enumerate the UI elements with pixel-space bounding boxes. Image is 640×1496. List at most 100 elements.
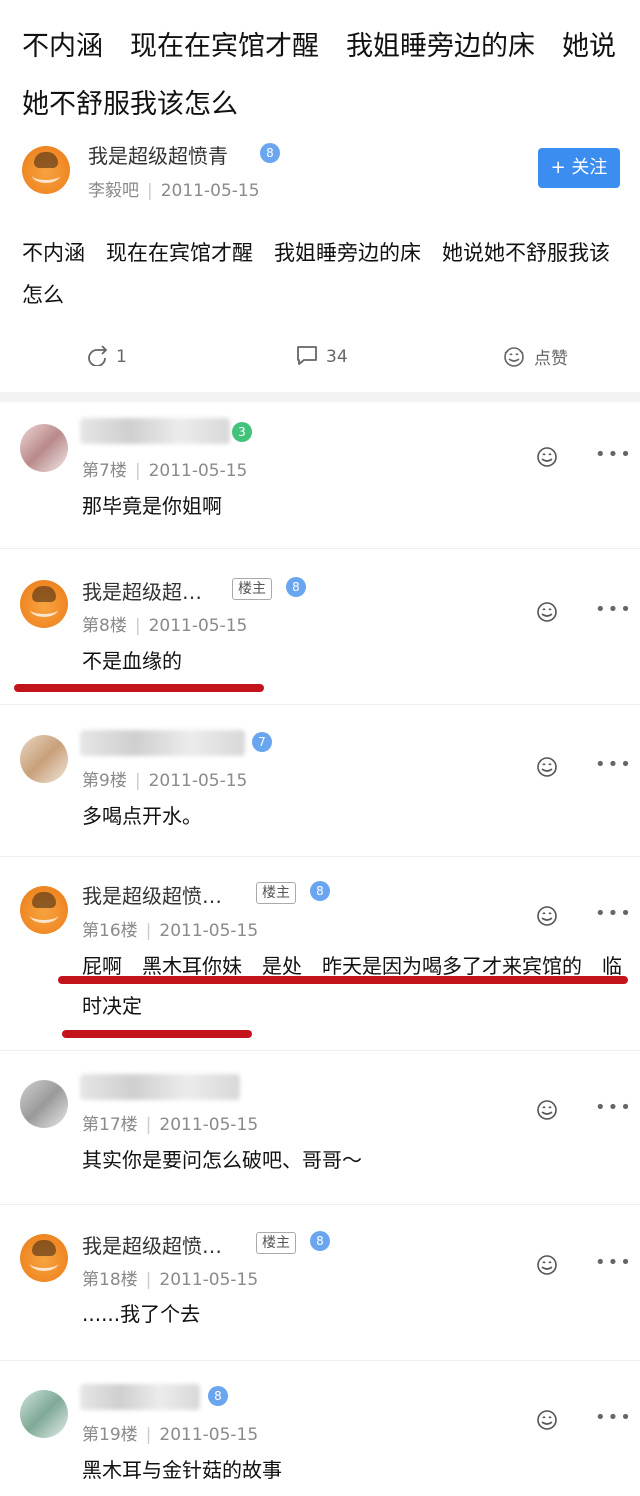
commenter-avatar[interactable] [20,424,68,472]
more-options-icon[interactable]: ••• [595,754,633,775]
comment-meta: 第8楼 | 2011-05-15 [82,611,247,636]
comment-divider [0,1204,640,1205]
op-tag: 楼主 [232,578,272,600]
more-options-icon[interactable]: ••• [595,903,633,924]
comment-text: 其实你是要问怎么破吧、哥哥～ [82,1148,362,1172]
op-tag: 楼主 [256,882,296,904]
commenter-avatar[interactable] [20,1390,68,1438]
section-divider [0,392,640,402]
like-icon[interactable] [535,1098,559,1122]
post-title: 不内涵 现在在宾馆才醒 我姐睡旁边的床 她说她不舒服我该怎么 [22,31,616,120]
commenter-avatar[interactable] [20,735,68,783]
level-badge: 8 [286,577,306,597]
post-body: 不内涵 现在在宾馆才醒 我姐睡旁边的床 她说她不舒服我该怎么 [22,241,610,307]
comment-divider [0,856,640,857]
commenter-avatar[interactable] [20,1234,68,1282]
meta-separator: | [145,921,152,941]
comment-divider [0,1050,640,1051]
floor-number: 第16楼 [82,921,138,941]
more-options-icon[interactable]: ••• [595,1097,633,1118]
comment-text: 多喝点开水。 [82,804,202,828]
more-options-icon[interactable]: ••• [595,599,633,620]
red-underline [58,976,628,984]
op-tag: 楼主 [256,1232,296,1254]
comment-divider [0,704,640,705]
more-options-icon[interactable]: ••• [595,1407,633,1428]
author-avatar[interactable] [22,146,70,194]
comment-text: ......我了个去 [82,1302,201,1326]
like-label: 点赞 [534,349,568,369]
commenter-name-blurred[interactable] [80,1384,200,1410]
comment-text: 黑木耳与金针菇的故事 [82,1458,282,1482]
floor-number: 第8楼 [82,616,127,636]
red-underline [14,684,264,692]
level-badge: 7 [252,732,272,752]
red-underline [62,1030,252,1038]
comment-date: 2011-05-15 [148,771,248,791]
comment-icon [297,346,317,365]
comment-meta: 第19楼 | 2011-05-15 [82,1420,258,1445]
comment-meta: 第9楼 | 2011-05-15 [82,766,247,791]
commenter-name[interactable]: 我是超级超愤… [82,880,222,909]
like-icon [504,347,524,367]
comment-meta: 第17楼 | 2011-05-15 [82,1110,258,1135]
comment-divider [0,548,640,549]
floor-number: 第17楼 [82,1115,138,1135]
like-icon[interactable] [535,1253,559,1277]
commenter-name[interactable]: 我是超级超愤… [82,1230,222,1259]
like-action[interactable]: 点赞 [502,344,568,369]
share-action[interactable]: 1 [86,344,127,367]
comment-text: 屁啊 黑木耳你妹 是处 昨天是因为喝多了才来宾馆的 临时决定 [82,954,622,1018]
comment-date: 2011-05-15 [159,1425,259,1445]
commenter-name-blurred[interactable] [80,1074,240,1100]
like-icon[interactable] [535,445,559,469]
comment-action[interactable]: 34 [296,344,348,367]
more-options-icon[interactable]: ••• [595,1252,633,1273]
comment-date: 2011-05-15 [148,616,248,636]
commenter-avatar[interactable] [20,1080,68,1128]
commenter-name[interactable]: 我是超级超… [82,576,202,605]
comment-meta: 第16楼 | 2011-05-15 [82,916,258,941]
meta-separator: | [145,1270,152,1290]
comment-date: 2011-05-15 [159,1270,259,1290]
floor-number: 第7楼 [82,461,127,481]
more-options-icon[interactable]: ••• [595,444,633,465]
like-icon[interactable] [535,600,559,624]
commenter-avatar[interactable] [20,580,68,628]
meta-separator: | [134,461,141,481]
follow-button[interactable]: + 关注 [538,148,620,188]
meta-separator: | [145,1115,152,1135]
comment-date: 2011-05-15 [159,921,259,941]
comment-divider [0,1360,640,1361]
comment-date: 2011-05-15 [148,461,248,481]
post-date: 2011-05-15 [160,181,260,201]
forum-name[interactable]: 李毅吧 [88,181,139,201]
comment-meta: 第7楼 | 2011-05-15 [82,456,247,481]
meta-separator: | [147,181,153,201]
comment-text: 那毕竟是你姐啊 [82,494,222,518]
level-badge: 8 [208,1386,228,1406]
meta-separator: | [145,1425,152,1445]
floor-number: 第18楼 [82,1270,138,1290]
commenter-name-blurred[interactable] [80,730,245,756]
level-badge: 8 [310,1231,330,1251]
commenter-avatar[interactable] [20,886,68,934]
share-count: 1 [116,347,127,367]
share-icon [88,345,108,367]
comment-text: 不是血缘的 [82,649,182,673]
author-name[interactable]: 我是超级超愤青 [88,140,228,169]
level-badge: 8 [310,881,330,901]
commenter-name-blurred[interactable] [80,418,230,444]
floor-number: 第19楼 [82,1425,138,1445]
comment-count: 34 [326,347,348,367]
post-meta: 李毅吧 | 2011-05-15 [88,176,260,201]
comment-date: 2011-05-15 [159,1115,259,1135]
comment-meta: 第18楼 | 2011-05-15 [82,1265,258,1290]
like-icon[interactable] [535,755,559,779]
level-badge: 8 [260,143,280,163]
meta-separator: | [134,616,141,636]
like-icon[interactable] [535,1408,559,1432]
like-icon[interactable] [535,904,559,928]
level-badge: 3 [232,422,252,442]
meta-separator: | [134,771,141,791]
